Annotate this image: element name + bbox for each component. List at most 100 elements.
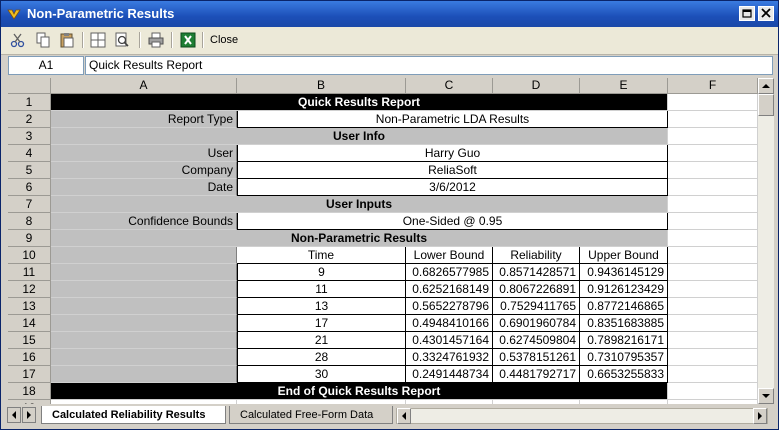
row-header-10[interactable]: 10 (8, 247, 51, 264)
confidence-bounds-label[interactable]: Confidence Bounds (51, 213, 237, 230)
lower-bound-cell[interactable]: 0.5652278796 (406, 298, 493, 315)
empty-cell[interactable] (668, 332, 758, 349)
lower-bound-cell[interactable]: 0.6826577985 (406, 264, 493, 281)
minimize-button[interactable] (739, 6, 755, 21)
results-gray-cell[interactable] (51, 264, 237, 281)
column-header-d[interactable]: D (493, 78, 580, 94)
empty-cell[interactable] (668, 349, 758, 366)
select-all-corner[interactable] (8, 78, 51, 94)
report-title[interactable]: Quick Results Report (51, 94, 668, 111)
user-info-header[interactable]: User Info (51, 128, 668, 145)
tab-prev-button[interactable] (7, 407, 21, 423)
empty-cell[interactable] (668, 94, 758, 111)
empty-cell[interactable] (668, 264, 758, 281)
company-value[interactable]: ReliaSoft (237, 162, 668, 179)
row-header-8[interactable]: 8 (8, 213, 51, 230)
preview-button[interactable] (113, 31, 131, 49)
results-gray-cell[interactable] (51, 349, 237, 366)
empty-cell[interactable] (668, 213, 758, 230)
time-cell[interactable]: 30 (237, 366, 406, 383)
cell-reference-box[interactable]: A1 (8, 56, 84, 75)
empty-cell[interactable] (668, 247, 758, 264)
reliability-cell[interactable]: 0.6274509804 (493, 332, 580, 349)
reliability-cell[interactable]: 0.5378151261 (493, 349, 580, 366)
empty-cell[interactable] (668, 111, 758, 128)
empty-cell[interactable] (580, 400, 668, 404)
split-button[interactable] (89, 31, 107, 49)
results-gray-cell[interactable] (51, 298, 237, 315)
empty-cell[interactable] (668, 179, 758, 196)
upper-bound-cell[interactable]: 0.9126123429 (580, 281, 668, 298)
empty-cell[interactable] (668, 162, 758, 179)
tab-calculated-reliability-results[interactable]: Calculated Reliability Results (41, 406, 226, 424)
confidence-bounds-value[interactable]: One-Sided @ 0.95 (237, 213, 668, 230)
column-header-b[interactable]: B (237, 78, 406, 94)
empty-cell[interactable] (406, 400, 493, 404)
row-header-17[interactable]: 17 (8, 366, 51, 383)
empty-cell[interactable] (237, 400, 406, 404)
upper-bound-cell[interactable]: 0.7898216171 (580, 332, 668, 349)
upper-bound-cell[interactable]: 0.8351683885 (580, 315, 668, 332)
row-header-5[interactable]: 5 (8, 162, 51, 179)
row-header-6[interactable]: 6 (8, 179, 51, 196)
row-header-13[interactable]: 13 (8, 298, 51, 315)
row-header-3[interactable]: 3 (8, 128, 51, 145)
column-header-c[interactable]: C (406, 78, 493, 94)
empty-cell[interactable] (668, 145, 758, 162)
empty-cell[interactable] (668, 196, 758, 213)
lower-bound-column-header[interactable]: Lower Bound (406, 247, 493, 264)
empty-cell[interactable] (668, 366, 758, 383)
time-column-header[interactable]: Time (237, 247, 406, 264)
reliability-cell[interactable]: 0.8571428571 (493, 264, 580, 281)
upper-bound-cell[interactable]: 0.8772146865 (580, 298, 668, 315)
upper-bound-cell[interactable]: 0.6653255833 (580, 366, 668, 383)
row-header-1[interactable]: 1 (8, 94, 51, 111)
cut-button[interactable] (9, 31, 27, 49)
row-header-15[interactable]: 15 (8, 332, 51, 349)
lower-bound-cell[interactable]: 0.4301457164 (406, 332, 493, 349)
empty-cell[interactable] (51, 400, 237, 404)
results-gray-cell[interactable] (51, 315, 237, 332)
copy-button[interactable] (34, 31, 52, 49)
user-inputs-header[interactable]: User Inputs (51, 196, 668, 213)
vertical-scrollbar[interactable] (758, 78, 774, 404)
column-header-e[interactable]: E (580, 78, 668, 94)
row-header-16[interactable]: 16 (8, 349, 51, 366)
close-button[interactable]: Close (210, 34, 238, 46)
scroll-left-button[interactable] (397, 408, 411, 424)
print-button[interactable] (147, 31, 165, 49)
upper-bound-column-header[interactable]: Upper Bound (580, 247, 668, 264)
scroll-thumb[interactable] (758, 94, 774, 116)
upper-bound-cell[interactable]: 0.9436145129 (580, 264, 668, 281)
tab-calculated-free-form-data[interactable]: Calculated Free-Form Data (229, 406, 393, 424)
horizontal-scrollbar[interactable] (396, 408, 768, 424)
excel-export-button[interactable] (179, 31, 197, 49)
date-value[interactable]: 3/6/2012 (237, 179, 668, 196)
time-cell[interactable]: 28 (237, 349, 406, 366)
row-header-12[interactable]: 12 (8, 281, 51, 298)
lower-bound-cell[interactable]: 0.4948410166 (406, 315, 493, 332)
scroll-up-button[interactable] (758, 78, 774, 94)
paste-button[interactable] (58, 31, 76, 49)
formula-input[interactable]: Quick Results Report (85, 56, 773, 75)
time-cell[interactable]: 11 (237, 281, 406, 298)
reliability-cell[interactable]: 0.7529411765 (493, 298, 580, 315)
close-window-button[interactable] (758, 6, 774, 21)
date-label[interactable]: Date (51, 179, 237, 196)
results-gray-cell[interactable] (51, 366, 237, 383)
reliability-cell[interactable]: 0.4481792717 (493, 366, 580, 383)
lower-bound-cell[interactable]: 0.3324761932 (406, 349, 493, 366)
row-header-7[interactable]: 7 (8, 196, 51, 213)
upper-bound-cell[interactable]: 0.7310795357 (580, 349, 668, 366)
empty-cell[interactable] (668, 128, 758, 145)
row-header-2[interactable]: 2 (8, 111, 51, 128)
time-cell[interactable]: 9 (237, 264, 406, 281)
time-cell[interactable]: 13 (237, 298, 406, 315)
empty-cell[interactable] (668, 281, 758, 298)
results-gray-cell[interactable] (51, 332, 237, 349)
results-gray-cell[interactable] (51, 247, 237, 264)
user-label[interactable]: User (51, 145, 237, 162)
lower-bound-cell[interactable]: 0.2491448734 (406, 366, 493, 383)
results-gray-cell[interactable] (51, 281, 237, 298)
empty-cell[interactable] (668, 230, 758, 247)
